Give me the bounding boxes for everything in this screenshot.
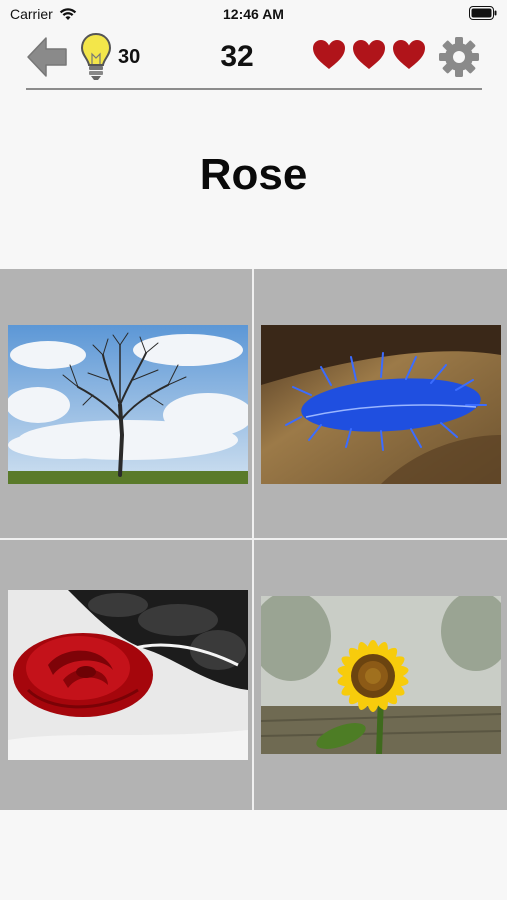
battery-icon xyxy=(469,6,497,20)
answer-option-rose[interactable] xyxy=(8,590,248,760)
lives-indicator xyxy=(312,39,426,71)
grid-divider xyxy=(0,538,507,540)
blue-feather-photo-icon xyxy=(261,325,501,484)
toolbar-divider xyxy=(26,88,482,90)
answer-option-tree[interactable] xyxy=(8,325,248,484)
game-toolbar: 30 32 xyxy=(0,28,507,90)
status-bar: Carrier 12:46 AM xyxy=(0,0,507,28)
heart-icon xyxy=(313,40,345,69)
question-word: Rose xyxy=(199,150,308,199)
answer-grid xyxy=(0,269,507,810)
answer-option-sunflower[interactable] xyxy=(261,596,501,754)
heart-icon xyxy=(393,40,425,69)
gear-icon xyxy=(439,37,479,77)
answer-option-feather[interactable] xyxy=(261,325,501,484)
settings-button[interactable] xyxy=(438,36,480,78)
heart-icon xyxy=(353,40,385,69)
sunflower-photo-icon xyxy=(261,596,501,754)
red-rose-photo-icon xyxy=(8,590,248,760)
tree-photo-icon xyxy=(8,325,248,484)
status-time: 12:46 AM xyxy=(223,6,284,22)
